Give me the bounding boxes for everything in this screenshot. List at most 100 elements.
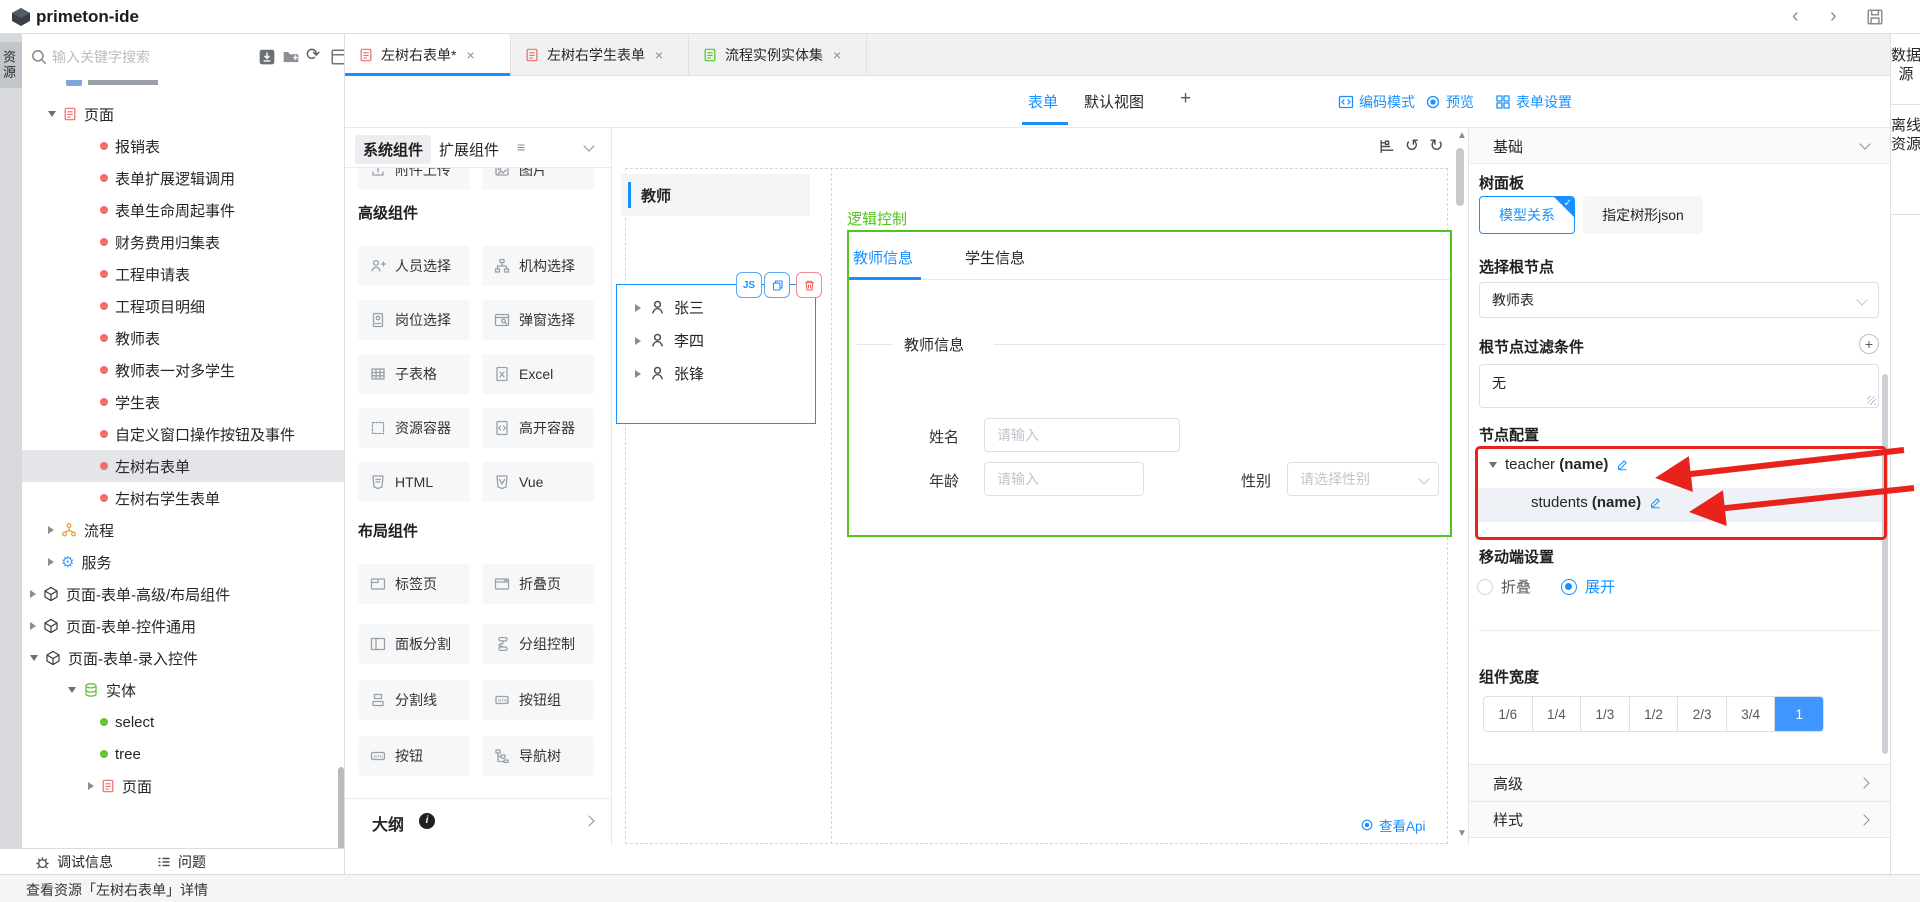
tree-widget-header[interactable]: 教师 bbox=[621, 174, 810, 216]
palette-item-resource-container[interactable]: 资源容器 bbox=[358, 408, 470, 448]
palette-item-nav-tree[interactable]: 导航树 bbox=[482, 736, 594, 776]
caret-right-icon[interactable] bbox=[635, 304, 641, 312]
tree-item-pages[interactable]: 页面 bbox=[22, 98, 345, 130]
tree-item-package-expanded[interactable]: 页面-表单-录入控件 bbox=[22, 642, 345, 674]
root-node-select[interactable]: 教师表 bbox=[1479, 282, 1879, 318]
offline-resource-vertical-tab[interactable]: 离线资源 bbox=[1891, 116, 1920, 154]
preview-button[interactable]: 预览 bbox=[1425, 92, 1474, 112]
width-option[interactable]: 1/3 bbox=[1581, 697, 1630, 731]
palette-item-person-select[interactable]: 人员选择 bbox=[358, 246, 470, 286]
view-api-link[interactable]: 查看Api bbox=[1360, 815, 1426, 835]
caret-right-icon[interactable] bbox=[48, 558, 54, 566]
caret-right-icon[interactable] bbox=[30, 590, 36, 598]
datasource-vertical-tab[interactable]: 数据源 bbox=[1891, 46, 1920, 84]
copy-widget-button[interactable] bbox=[764, 272, 790, 298]
js-logic-button[interactable]: JS bbox=[736, 272, 762, 298]
tree-item-page[interactable]: 教师表一对多学生 bbox=[22, 354, 345, 386]
add-view-button[interactable]: + bbox=[1180, 88, 1191, 110]
tab-extension-components[interactable]: 扩展组件 bbox=[439, 139, 499, 160]
tree-item-page-selected[interactable]: 左树右表单 bbox=[22, 450, 345, 482]
form-settings-button[interactable]: 表单设置 bbox=[1495, 92, 1572, 112]
tree-item-page[interactable]: 表单扩展逻辑调用 bbox=[22, 162, 345, 194]
caret-right-icon[interactable] bbox=[30, 622, 36, 630]
logic-control-label[interactable]: 逻辑控制 bbox=[847, 208, 907, 229]
tree-item-process-sub[interactable]: 流程 bbox=[22, 802, 345, 806]
nav-back-icon[interactable]: ‹ bbox=[1792, 6, 1799, 26]
delete-widget-button[interactable] bbox=[796, 272, 822, 298]
nav-forward-icon[interactable]: › bbox=[1830, 6, 1837, 26]
tree-item-page[interactable]: 左树右学生表单 bbox=[22, 482, 345, 514]
palette-item-panel-split[interactable]: 面板分割 bbox=[358, 624, 470, 664]
doc-tab[interactable]: 流程实例实体集 × bbox=[689, 34, 867, 76]
new-folder-icon[interactable] bbox=[282, 48, 300, 66]
caret-right-icon[interactable] bbox=[635, 337, 641, 345]
radio-icon[interactable] bbox=[1477, 579, 1493, 595]
tab-default-view[interactable]: 默认视图 bbox=[1084, 91, 1144, 112]
basic-section-header[interactable]: 基础 bbox=[1469, 128, 1890, 164]
search-input[interactable] bbox=[52, 45, 222, 69]
caret-right-icon[interactable] bbox=[635, 370, 641, 378]
radio-collapse[interactable]: 折叠 bbox=[1477, 576, 1531, 597]
width-option[interactable]: 1/4 bbox=[1533, 697, 1582, 731]
chevron-right-icon[interactable] bbox=[583, 815, 594, 826]
tree-item-page[interactable]: 学生表 bbox=[22, 386, 345, 418]
tree-item-package[interactable]: 页面-表单-高级/布局组件 bbox=[22, 578, 345, 610]
props-scrollbar[interactable] bbox=[1882, 374, 1888, 754]
tree-node[interactable]: 张锋 bbox=[617, 357, 813, 390]
code-mode-button[interactable]: 编码模式 bbox=[1338, 92, 1415, 112]
undo-icon[interactable]: ↺ bbox=[1405, 136, 1419, 156]
refresh-icon[interactable]: ⟳ bbox=[306, 45, 320, 65]
caret-down-icon[interactable] bbox=[48, 111, 56, 117]
close-icon[interactable]: × bbox=[466, 47, 474, 63]
canvas-scrollbar[interactable] bbox=[1456, 148, 1464, 206]
doc-tab[interactable]: 左树右学生表单 × bbox=[511, 34, 689, 76]
caret-right-icon[interactable] bbox=[88, 782, 94, 790]
save-icon[interactable] bbox=[1866, 8, 1884, 26]
palette-item-popup-select[interactable]: 弹窗选择 bbox=[482, 300, 594, 340]
width-option[interactable]: 1/2 bbox=[1630, 697, 1679, 731]
width-option[interactable]: 2/3 bbox=[1678, 697, 1727, 731]
tree-item-services[interactable]: ⚙ 服务 bbox=[22, 546, 345, 578]
width-option-selected[interactable]: 1 bbox=[1775, 697, 1823, 731]
style-section-row[interactable]: 样式 bbox=[1469, 801, 1890, 838]
tree-item-process[interactable]: 流程 bbox=[22, 514, 345, 546]
palette-item-vue[interactable]: Vue bbox=[482, 462, 594, 502]
gender-select[interactable]: 请选择性别 bbox=[1287, 462, 1439, 496]
caret-down-icon[interactable] bbox=[68, 687, 76, 693]
issues-button[interactable]: 问题 bbox=[156, 852, 206, 872]
tree-item-page[interactable]: 工程项目明细 bbox=[22, 290, 345, 322]
tree-item-page[interactable]: 自定义窗口操作按钮及事件 bbox=[22, 418, 345, 450]
palette-item-button[interactable]: BTN 按钮 bbox=[358, 736, 470, 776]
debug-info-button[interactable]: 调试信息 bbox=[34, 852, 113, 872]
radio-expand[interactable]: 展开 bbox=[1561, 576, 1615, 597]
tree-item-tree[interactable]: tree bbox=[22, 738, 345, 770]
palette-menu-icon[interactable]: ≡ bbox=[517, 139, 525, 155]
tree-node[interactable]: 李四 bbox=[617, 324, 813, 357]
chevron-down-icon[interactable] bbox=[583, 140, 594, 151]
scroll-up-arrow[interactable]: ▲ bbox=[1457, 130, 1467, 141]
caret-right-icon[interactable] bbox=[48, 526, 54, 534]
palette-item-html[interactable]: HTML bbox=[358, 462, 470, 502]
close-icon[interactable]: × bbox=[655, 47, 663, 63]
palette-item-button-group[interactable]: BTN 按钮组 bbox=[482, 680, 594, 720]
mode-model-relation-button[interactable]: 模型关系 ✓ bbox=[1479, 196, 1575, 234]
advanced-section-row[interactable]: 高级 bbox=[1469, 764, 1890, 801]
filter-textarea[interactable]: 无 bbox=[1479, 364, 1879, 408]
sidebar-scrollbar[interactable] bbox=[338, 767, 344, 848]
tree-item-select[interactable]: select bbox=[22, 706, 345, 738]
palette-item-org-select[interactable]: 机构选择 bbox=[482, 246, 594, 286]
name-input[interactable] bbox=[984, 418, 1180, 452]
mode-json-button[interactable]: 指定树形json bbox=[1583, 196, 1703, 234]
tree-item-entity[interactable]: 实体 bbox=[22, 674, 345, 706]
outline-structure-icon[interactable] bbox=[1378, 138, 1395, 155]
logic-control-container[interactable]: 教师信息 学生信息 教师信息 姓名 年龄 性别 请选择性别 bbox=[847, 230, 1452, 537]
palette-item-excel[interactable]: Excel bbox=[482, 354, 594, 394]
palette-item-subtable[interactable]: 子表格 bbox=[358, 354, 470, 394]
palette-item-divider[interactable]: 分割线 bbox=[358, 680, 470, 720]
outline-row[interactable]: 大纲 i bbox=[345, 798, 612, 845]
tree-item-page[interactable]: 工程申请表 bbox=[22, 258, 345, 290]
palette-item-group-control[interactable]: 分组控制 bbox=[482, 624, 594, 664]
tab-form[interactable]: 表单 bbox=[1028, 91, 1058, 112]
tree-item-page[interactable]: 报销表 bbox=[22, 130, 345, 162]
tree-item-pages-sub[interactable]: 页面 bbox=[22, 770, 345, 802]
